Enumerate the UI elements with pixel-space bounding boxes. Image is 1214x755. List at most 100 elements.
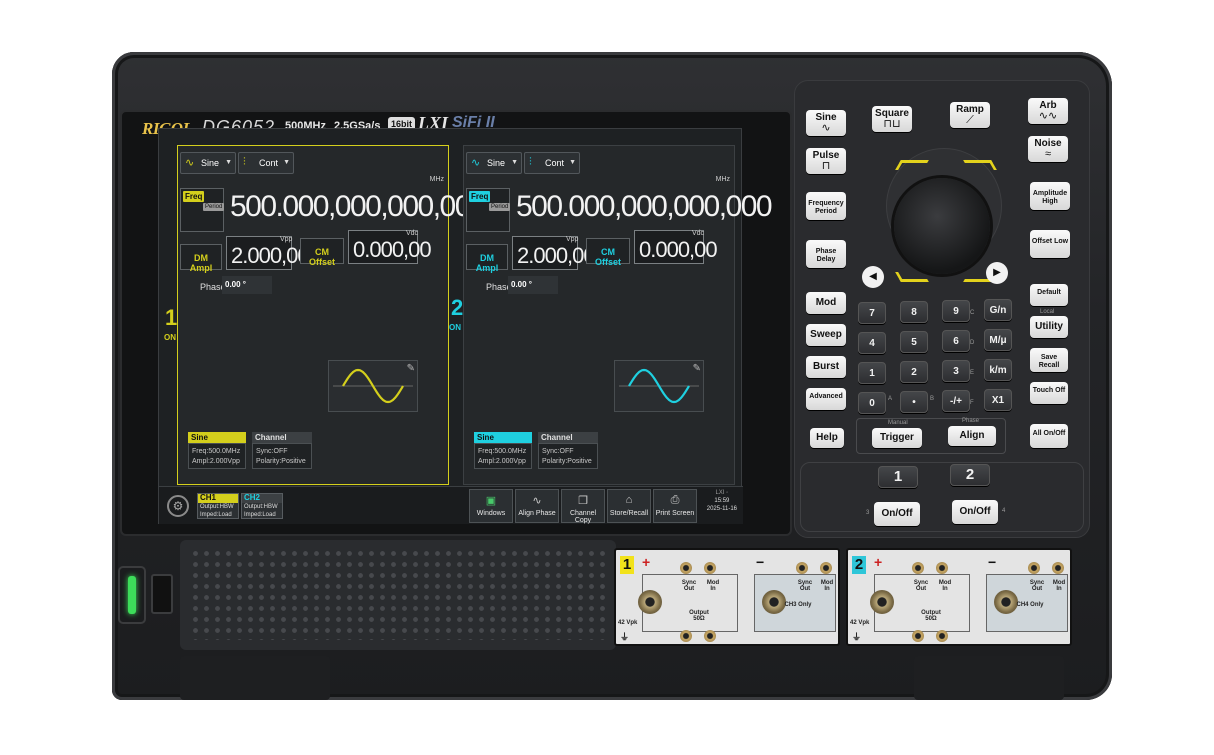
- func-key-burst[interactable]: Burst: [806, 356, 846, 378]
- phase-delay-key[interactable]: Phase Delay: [806, 240, 846, 268]
- numpad-key-14[interactable]: -/+: [942, 390, 970, 412]
- store-recall-button[interactable]: ⌂ Store/Recall: [607, 489, 651, 523]
- summary-wave-box[interactable]: Freq:500.0MHz Ampl:2.000Vpp: [188, 443, 246, 469]
- ch1-select-key[interactable]: 1: [878, 466, 918, 488]
- wave-key-square[interactable]: Square ⊓⊔: [872, 106, 912, 132]
- dm-ampl-button[interactable]: DM Ampl: [466, 244, 508, 273]
- print-screen-button[interactable]: ⎙ Print Screen: [653, 489, 697, 523]
- smc-connector-3[interactable]: [820, 562, 832, 574]
- smc-connector-3[interactable]: [1052, 562, 1064, 574]
- gear-icon[interactable]: ⚙: [167, 495, 189, 517]
- windows-button[interactable]: ▣ Windows: [469, 489, 513, 523]
- smc-connector-1[interactable]: [704, 562, 716, 574]
- summary-channel-box[interactable]: Sync:OFF Polarity:Positive: [252, 443, 312, 469]
- dm-ampl-button[interactable]: DM Ampl: [180, 244, 222, 273]
- numpad-key-3[interactable]: G/n: [984, 299, 1012, 321]
- manual-label: Manual: [888, 420, 908, 426]
- sync-out-label-2: Sync Out: [1029, 580, 1045, 592]
- period-tag: Period: [489, 203, 511, 211]
- numpad-key-13[interactable]: •: [900, 391, 928, 413]
- numpad-key-6[interactable]: 6: [942, 330, 970, 352]
- channel-2-panel[interactable]: ∿ Sine ▼ ⫶ Cont ▼ Freq Period MHz 500.000,000,000…: [463, 145, 773, 485]
- align-phase-button[interactable]: ∿ Align Phase: [515, 489, 559, 523]
- smc-connector-5[interactable]: [704, 630, 716, 642]
- smc-connector-2[interactable]: [1028, 562, 1040, 574]
- help-key[interactable]: Help: [810, 428, 844, 448]
- summary-wave-box[interactable]: Freq:500.0MHz Ampl:2.000Vpp: [474, 443, 532, 469]
- numpad-key-15[interactable]: X1: [984, 389, 1012, 411]
- waveform-preview[interactable]: ✎: [614, 360, 704, 412]
- ch2-select-key[interactable]: 2: [950, 464, 990, 486]
- utility-key[interactable]: Utility: [1030, 316, 1068, 338]
- default-key[interactable]: Default: [1030, 284, 1068, 306]
- channel-1-panel[interactable]: ∿ Sine ▼ ⫶ Cont ▼ Freq Period MHz 500.000,000,000…: [177, 145, 487, 485]
- cm-offset-button[interactable]: CM Offset: [586, 238, 630, 267]
- save-recall-key[interactable]: Save Recall: [1030, 348, 1068, 372]
- channel-copy-button[interactable]: ❐ Channel Copy: [561, 489, 605, 524]
- numpad-key-7[interactable]: M/μ: [984, 329, 1012, 351]
- freq-period-toggle[interactable]: Freq Period: [180, 188, 225, 232]
- numpad-key-5[interactable]: 5: [900, 331, 928, 353]
- waveform-preview[interactable]: ✎: [328, 360, 418, 412]
- numpad-key-0[interactable]: 7: [858, 302, 886, 324]
- right-arrow-icon[interactable]: ▶: [986, 262, 1008, 284]
- frequency-value[interactable]: 500.000,000,000,000: [516, 190, 773, 224]
- amplitude-high-key[interactable]: Amplitude High: [1030, 182, 1070, 210]
- usb-port[interactable]: [151, 574, 173, 614]
- mode-dropdown[interactable]: ⫶ Cont ▼: [238, 152, 294, 174]
- numpad-key-1[interactable]: 8: [900, 301, 928, 323]
- align-key[interactable]: Align: [948, 426, 996, 446]
- all-onoff-key[interactable]: All On/Off: [1030, 424, 1068, 448]
- numpad-key-11[interactable]: k/m: [984, 359, 1012, 381]
- frequency-period-key[interactable]: Frequency Period: [806, 192, 846, 220]
- freq-period-toggle[interactable]: Freq Period: [466, 188, 511, 232]
- func-key-mod[interactable]: Mod: [806, 292, 846, 314]
- numpad-key-8[interactable]: 1: [858, 362, 886, 384]
- ch2-onoff-key[interactable]: On/Off: [952, 500, 998, 524]
- offset-low-key[interactable]: Offset Low: [1030, 230, 1070, 258]
- phase-value[interactable]: 0.00 °: [508, 276, 558, 294]
- waveform-dropdown[interactable]: ∿ Sine ▼: [180, 152, 236, 174]
- power-button[interactable]: [118, 566, 146, 624]
- smc-connector-5[interactable]: [936, 630, 948, 642]
- numpad-key-4[interactable]: 4: [858, 332, 886, 354]
- ch1-status-tab[interactable]: CH1 Output:HBW Imped:Load: [197, 493, 239, 519]
- numpad-key-10[interactable]: 3: [942, 360, 970, 382]
- ch1-onoff-key[interactable]: On/Off: [874, 502, 920, 526]
- cm-offset-button[interactable]: CM Offset: [300, 238, 344, 267]
- mode-dropdown[interactable]: ⫶ Cont ▼: [524, 152, 580, 174]
- wave-key-ramp[interactable]: Ramp ⟋: [950, 102, 990, 128]
- waveform-dropdown[interactable]: ∿ Sine ▼: [466, 152, 522, 174]
- edit-icon[interactable]: ✎: [693, 363, 701, 374]
- phase-value[interactable]: 0.00 °: [222, 276, 272, 294]
- summary-wave-header: Sine: [188, 432, 246, 443]
- touch-off-key[interactable]: Touch Off: [1030, 382, 1068, 404]
- numpad-key-9[interactable]: 2: [900, 361, 928, 383]
- smc-connector-4[interactable]: [680, 630, 692, 642]
- smc-connector-4[interactable]: [912, 630, 924, 642]
- ch2-status-tab[interactable]: CH2 Output:HBW Imped:Load: [241, 493, 283, 519]
- edit-icon[interactable]: ✎: [407, 363, 415, 374]
- numpad-key-2[interactable]: 9: [942, 300, 970, 322]
- wave-key-sine[interactable]: Sine ∿: [806, 110, 846, 136]
- numpad-key-12[interactable]: 0: [858, 392, 886, 414]
- wave-key-pulse[interactable]: Pulse ⊓: [806, 148, 846, 174]
- summary-channel-box[interactable]: Sync:OFF Polarity:Positive: [538, 443, 598, 469]
- rotary-knob[interactable]: [894, 178, 990, 274]
- func-key-sweep[interactable]: Sweep: [806, 324, 846, 346]
- smc-connector-1[interactable]: [936, 562, 948, 574]
- wave-key-arb[interactable]: Arb ∿∿: [1028, 98, 1068, 124]
- trigger-key[interactable]: Trigger: [872, 428, 922, 448]
- smc-connector-0[interactable]: [680, 562, 692, 574]
- smc-connector-2[interactable]: [796, 562, 808, 574]
- sine-wave-graphic: [619, 368, 699, 404]
- wave-key-noise[interactable]: Noise ≈: [1028, 136, 1068, 162]
- output-bnc-positive[interactable]: [638, 590, 662, 614]
- frequency-value[interactable]: 500.000,000,000,000: [230, 190, 487, 224]
- left-arrow-icon[interactable]: ◀: [862, 266, 884, 288]
- output-bnc-positive[interactable]: [870, 590, 894, 614]
- mod-in-label-2: Mod In: [820, 580, 834, 592]
- smc-connector-0[interactable]: [912, 562, 924, 574]
- amplitude-unit: Vpp: [280, 236, 293, 243]
- func-key-advanced[interactable]: Advanced: [806, 388, 846, 410]
